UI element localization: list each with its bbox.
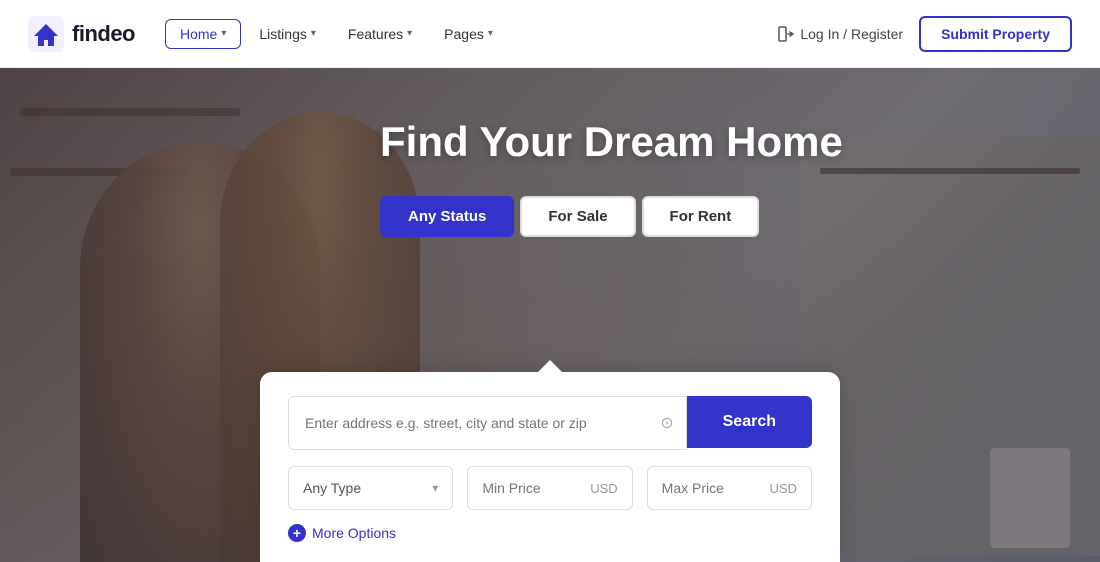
search-input[interactable] (289, 397, 686, 449)
min-price-input[interactable]: USD (467, 466, 632, 510)
more-options-button[interactable]: + More Options (288, 524, 812, 542)
search-button[interactable]: Search (687, 396, 812, 448)
nav-right: Log In / Register Submit Property (778, 16, 1072, 52)
search-input-wrapper: ⊙ (288, 396, 687, 450)
chevron-down-icon: ▾ (407, 28, 412, 39)
chevron-down-icon: ▾ (221, 28, 226, 39)
filter-row: Any Type ▾ USD USD (288, 466, 812, 510)
nav-item-pages[interactable]: Pages ▾ (430, 20, 507, 48)
logo-icon (28, 16, 64, 52)
logo[interactable]: findeo (28, 16, 135, 52)
hero-title: Find Your Dream Home (380, 118, 843, 166)
nav-item-listings[interactable]: Listings ▾ (245, 20, 330, 48)
status-tab-any[interactable]: Any Status (380, 196, 514, 237)
logo-text: findeo (72, 21, 135, 47)
max-price-input[interactable]: USD (647, 466, 812, 510)
min-price-field[interactable] (482, 480, 583, 496)
type-select[interactable]: Any Type ▾ (288, 466, 453, 510)
status-tab-for-sale[interactable]: For Sale (520, 196, 635, 237)
nav-item-features[interactable]: Features ▾ (334, 20, 426, 48)
chevron-down-icon: ▾ (488, 28, 493, 39)
search-row: ⊙ Search (288, 396, 812, 450)
chevron-down-icon: ▾ (311, 28, 316, 39)
chevron-down-icon: ▾ (432, 481, 438, 495)
login-icon (778, 26, 794, 42)
status-tabs: Any Status For Sale For Rent (380, 196, 759, 237)
hero-section: Find Your Dream Home Any Status For Sale… (0, 68, 1100, 562)
submit-property-button[interactable]: Submit Property (919, 16, 1072, 52)
status-tab-for-rent[interactable]: For Rent (642, 196, 760, 237)
navbar: findeo Home ▾ Listings ▾ Features ▾ Page… (0, 0, 1100, 68)
max-price-field[interactable] (662, 480, 763, 496)
login-button[interactable]: Log In / Register (778, 26, 903, 42)
location-icon: ⊙ (660, 413, 673, 433)
plus-circle-icon: + (288, 524, 306, 542)
search-box: ⊙ Search Any Type ▾ USD USD + More Optio… (260, 372, 840, 562)
nav-links: Home ▾ Listings ▾ Features ▾ Pages ▾ (165, 19, 778, 49)
nav-item-home[interactable]: Home ▾ (165, 19, 241, 49)
